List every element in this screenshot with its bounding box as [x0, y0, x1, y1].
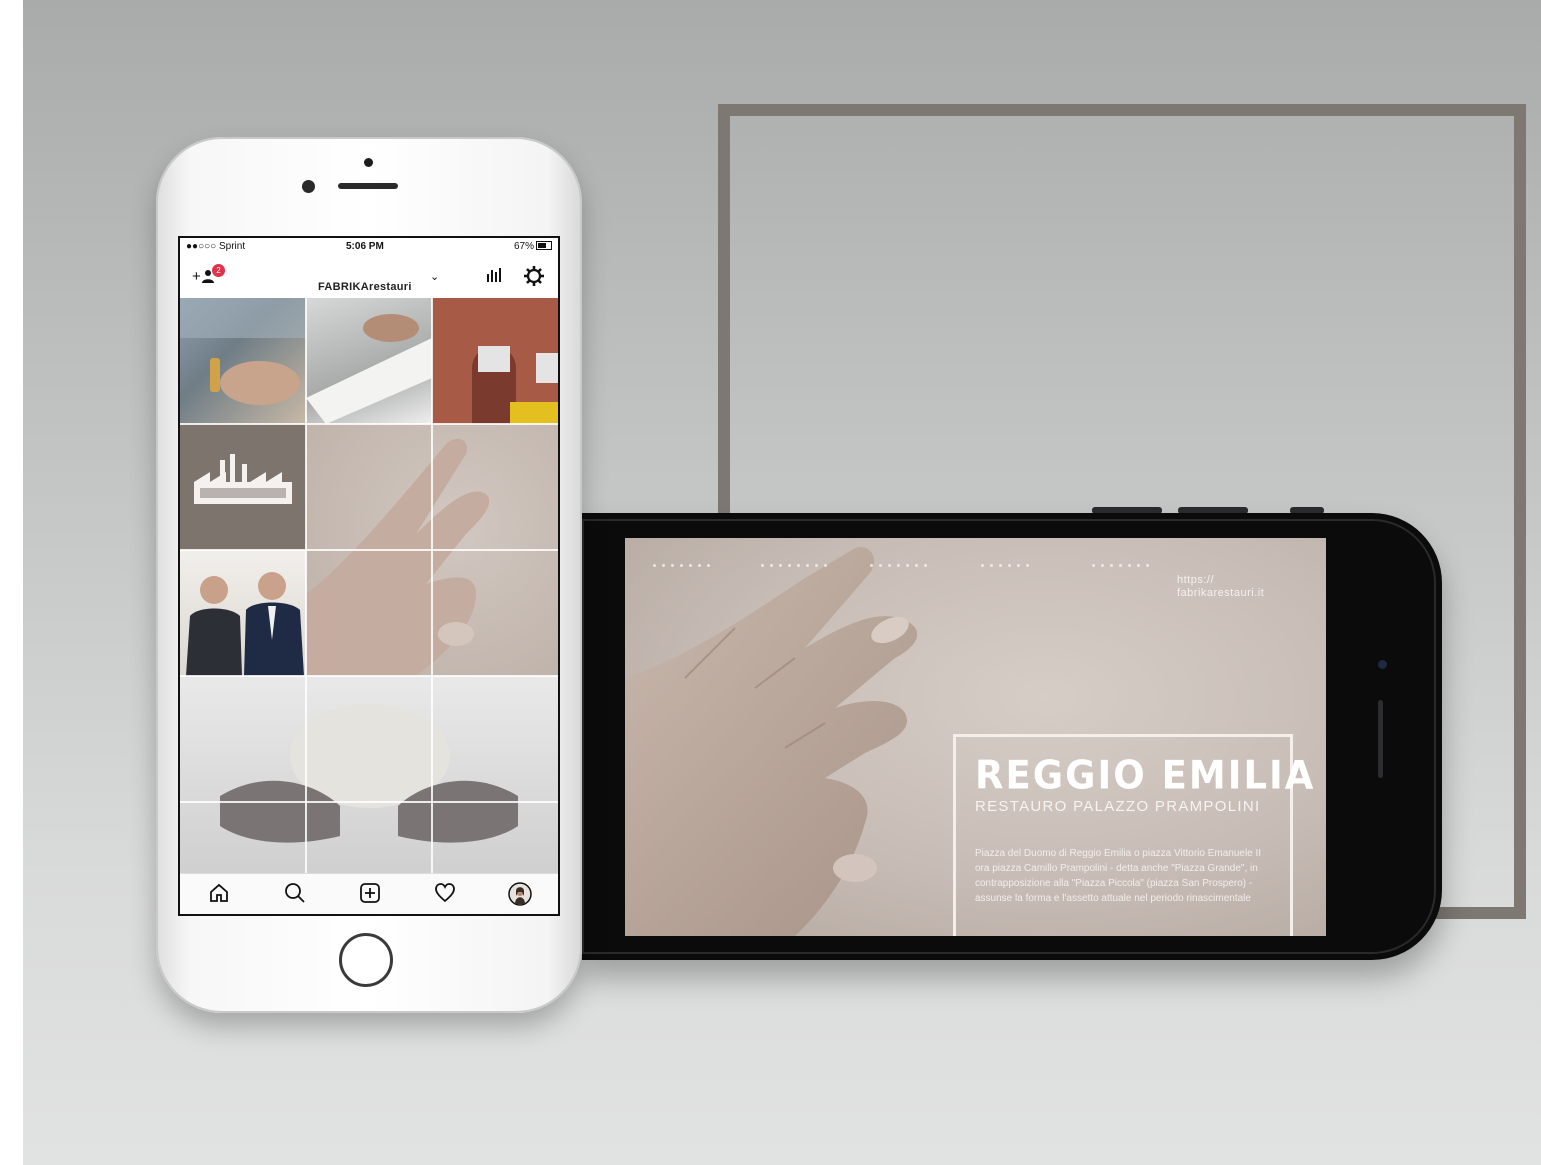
- insights-icon[interactable]: [486, 268, 502, 282]
- grid-divider: [180, 675, 558, 677]
- photo-grid: [180, 298, 558, 876]
- grid-divider: [180, 423, 558, 425]
- landscape-text-layer: REGGIO EMILIA RESTAURO PALAZZO PRAMPOLIN…: [625, 538, 1326, 936]
- instagram-screen: ●●○○○ Sprint 5:06 PM 67% + 2 FABRIKArest…: [178, 236, 560, 916]
- grid-photo[interactable]: [180, 298, 306, 424]
- grid-photo[interactable]: [180, 550, 306, 676]
- project-title: REGGIO EMILIA: [975, 752, 1316, 799]
- project-description: Piazza del Duomo di Reggio Emilia o piaz…: [975, 848, 1262, 904]
- battery-icon: [536, 241, 552, 250]
- project-subtitle: RESTAURO PALAZZO PRAMPOLINI: [975, 798, 1261, 815]
- grid-photo[interactable]: [306, 298, 432, 424]
- grid-divider: [305, 298, 307, 876]
- grid-divider: [431, 298, 433, 876]
- profile-header: + 2 FABRIKArestauri ⌄: [180, 258, 558, 298]
- grid-photo[interactable]: [180, 676, 558, 876]
- profile-avatar[interactable]: [508, 882, 532, 911]
- grid-divider: [180, 801, 558, 803]
- front-camera: [302, 180, 315, 193]
- heart-icon[interactable]: [434, 882, 456, 909]
- factory-logo: [194, 454, 292, 504]
- search-icon[interactable]: [284, 882, 306, 909]
- proximity-sensor: [364, 158, 373, 167]
- carrier-signal: ●●○○○ Sprint: [186, 241, 246, 252]
- fabrika-logo-tile[interactable]: [180, 424, 306, 550]
- home-button[interactable]: [339, 933, 393, 987]
- earpiece-speaker: [1378, 700, 1383, 778]
- grid-divider: [180, 549, 558, 551]
- bottom-nav: [180, 873, 558, 914]
- battery-status: 67%: [514, 241, 552, 252]
- gear-icon[interactable]: [524, 266, 544, 286]
- grid-photo[interactable]: [432, 298, 558, 424]
- chevron-down-icon[interactable]: ⌄: [430, 270, 439, 283]
- notification-badge: 2: [212, 264, 225, 277]
- add-post-icon[interactable]: [359, 882, 381, 909]
- status-time: 5:06 PM: [346, 241, 384, 252]
- profile-username[interactable]: FABRIKArestauri: [318, 281, 412, 293]
- left-margin: [0, 0, 23, 1165]
- home-icon[interactable]: [208, 882, 230, 909]
- status-bar: ●●○○○ Sprint 5:06 PM 67%: [180, 238, 558, 256]
- earpiece-speaker: [338, 183, 398, 189]
- battery-percent: 67%: [513, 241, 534, 252]
- front-camera: [1378, 660, 1387, 669]
